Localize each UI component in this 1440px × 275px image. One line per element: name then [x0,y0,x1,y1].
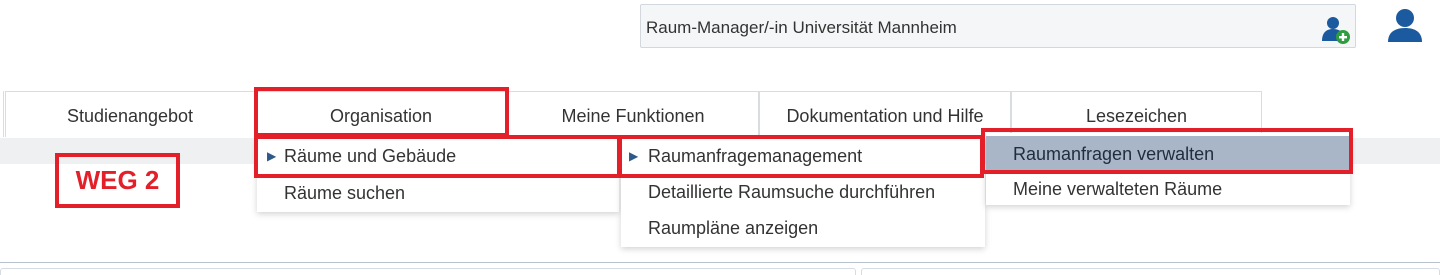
menu-item-meine-verwalteten-raeume[interactable]: Meine verwalteten Räume [986,171,1350,207]
role-selector[interactable]: Raum-Manager/-in Universität Mannheim [640,4,1356,48]
user-icon[interactable] [1385,8,1425,44]
organisation-menu: ▶ Räume und Gebäude Räume suchen [257,138,619,212]
tab-meine-funktionen[interactable]: Meine Funktionen [507,91,759,137]
menu-item-label: Räume suchen [284,183,406,203]
divider [0,262,1440,263]
raeume-submenu: ▶ Raumanfragemanagement Detaillierte Rau… [621,138,985,247]
menu-item-label: Detaillierte Raumsuche durchführen [648,182,936,202]
menu-item-label: Raumanfragemanagement [648,146,863,166]
user-plus-icon[interactable] [1321,15,1351,45]
menu-item-raumplaene-anzeigen[interactable]: Raumpläne anzeigen [621,210,985,246]
role-selector-value: Raum-Manager/-in Universität Mannheim [646,18,957,37]
tab-studienangebot[interactable]: Studienangebot [5,91,255,137]
menu-item-detaillierte-raumsuche[interactable]: Detaillierte Raumsuche durchführen [621,174,985,210]
content-panel-right [861,268,1440,275]
tab-organisation[interactable]: Organisation [255,91,507,137]
menu-item-label: Meine verwalteten Räume [1013,179,1223,199]
menu-item-label: Räume und Gebäude [284,146,457,166]
menu-item-raeume-und-gebaeude[interactable]: ▶ Räume und Gebäude [257,138,619,174]
caret-right-icon: ▶ [629,149,639,163]
content-panel-left [0,268,856,275]
menu-item-raumanfragemanagement[interactable]: ▶ Raumanfragemanagement [621,138,985,174]
menu-item-raeume-suchen[interactable]: Räume suchen [257,175,619,211]
tab-left-stub [0,91,4,137]
menu-item-label: Raumanfragen verwalten [1013,144,1215,164]
tab-lesezeichen[interactable]: Lesezeichen [1011,91,1262,137]
tab-dokumentation-und-hilfe[interactable]: Dokumentation und Hilfe [759,91,1011,137]
raumanfrage-submenu: Raumanfragen verwalten Meine verwalteten… [986,133,1350,205]
menu-item-label: Raumpläne anzeigen [648,218,819,238]
caret-right-icon: ▶ [267,149,277,163]
annotation-label: WEG 2 [55,153,180,208]
menu-item-raumanfragen-verwalten[interactable]: Raumanfragen verwalten [986,136,1350,172]
